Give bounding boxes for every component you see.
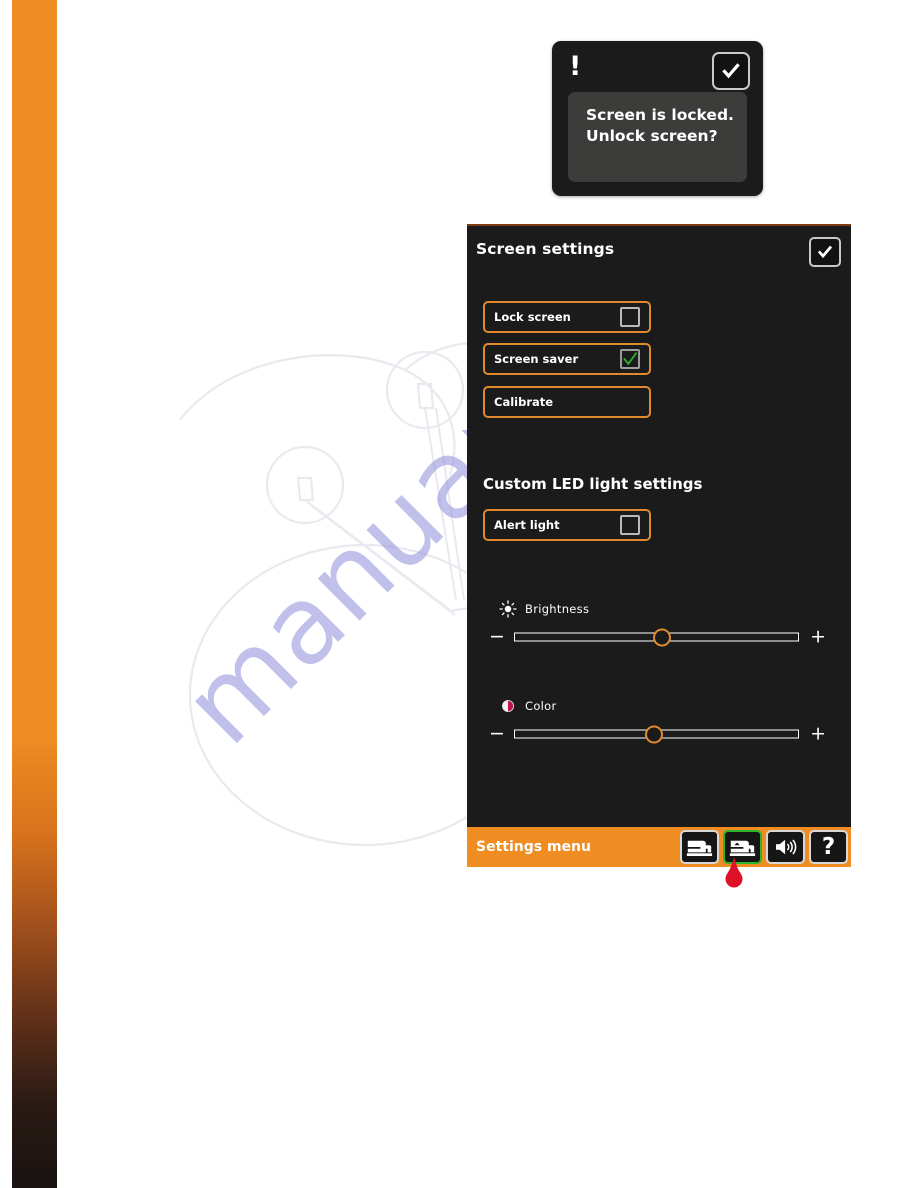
option-row-lock-screen[interactable]: Lock screen <box>483 301 651 333</box>
dialog-ok-button[interactable] <box>712 52 750 90</box>
lock-screen-checkbox[interactable] <box>620 307 640 327</box>
color-slider-control[interactable]: − + <box>489 723 829 745</box>
settings-menu-label: Settings menu <box>476 839 591 855</box>
option-label: Lock screen <box>494 310 571 324</box>
sewing-machine-icon <box>686 840 713 856</box>
brightness-slider-thumb[interactable] <box>653 628 672 646</box>
color-label: Color <box>525 699 557 713</box>
option-row-alert-light[interactable]: Alert light <box>483 509 651 541</box>
help-button[interactable]: ? <box>809 830 848 864</box>
red-drop-marker <box>723 857 745 889</box>
brand-side-strip <box>12 0 57 1188</box>
half-filled-circle-icon <box>501 699 515 713</box>
sewing-machine-screen-icon <box>729 840 756 856</box>
color-slider-thumb[interactable] <box>644 725 663 743</box>
checkmark-icon <box>817 245 833 259</box>
settings-menu-buttons: ? <box>680 830 848 864</box>
dialog-message-line2: Unlock screen? <box>586 126 718 145</box>
brightness-slider-header: Brightness <box>499 600 589 618</box>
option-label: Screen saver <box>494 352 579 366</box>
dialog-message-box: Screen is locked. Unlock screen? <box>568 92 747 182</box>
screen-settings-panel: Screen settings Lock screen Screen saver… <box>467 224 851 867</box>
option-row-calibrate[interactable]: Calibrate <box>483 386 651 418</box>
sound-settings-button[interactable] <box>766 830 805 864</box>
alert-light-checkbox[interactable] <box>620 515 640 535</box>
color-increase-button[interactable]: + <box>810 724 826 744</box>
color-decrease-button[interactable]: − <box>489 724 505 744</box>
color-slider-header: Color <box>499 697 557 715</box>
panel-ok-button[interactable] <box>809 237 841 267</box>
color-slider-track[interactable] <box>514 725 799 743</box>
led-section-heading: Custom LED light settings <box>483 475 703 493</box>
brightness-slider-control[interactable]: − + <box>489 626 829 648</box>
green-checkmark-icon <box>623 352 638 366</box>
checkmark-icon <box>722 63 740 79</box>
brightness-increase-button[interactable]: + <box>810 627 826 647</box>
panel-title: Screen settings <box>476 240 615 258</box>
dialog-message: Screen is locked. Unlock screen? <box>586 105 734 147</box>
settings-menu-bar: Settings menu ? <box>467 827 851 867</box>
option-row-screen-saver[interactable]: Screen saver <box>483 343 651 375</box>
alert-exclamation-icon: ! <box>569 51 582 82</box>
brightness-decrease-button[interactable]: − <box>489 627 505 647</box>
option-label: Alert light <box>494 518 560 532</box>
speaker-icon <box>775 839 796 855</box>
dialog-message-line1: Screen is locked. <box>586 106 734 124</box>
unlock-screen-dialog: ! Screen is locked. Unlock screen? <box>552 41 763 196</box>
question-mark-icon: ? <box>821 833 836 860</box>
brightness-slider-track[interactable] <box>514 628 799 646</box>
option-label: Calibrate <box>494 395 554 409</box>
sun-brightness-icon <box>499 600 517 618</box>
screen-saver-checkbox[interactable] <box>620 349 640 369</box>
machine-settings-button[interactable] <box>680 830 719 864</box>
brightness-label: Brightness <box>525 602 590 616</box>
